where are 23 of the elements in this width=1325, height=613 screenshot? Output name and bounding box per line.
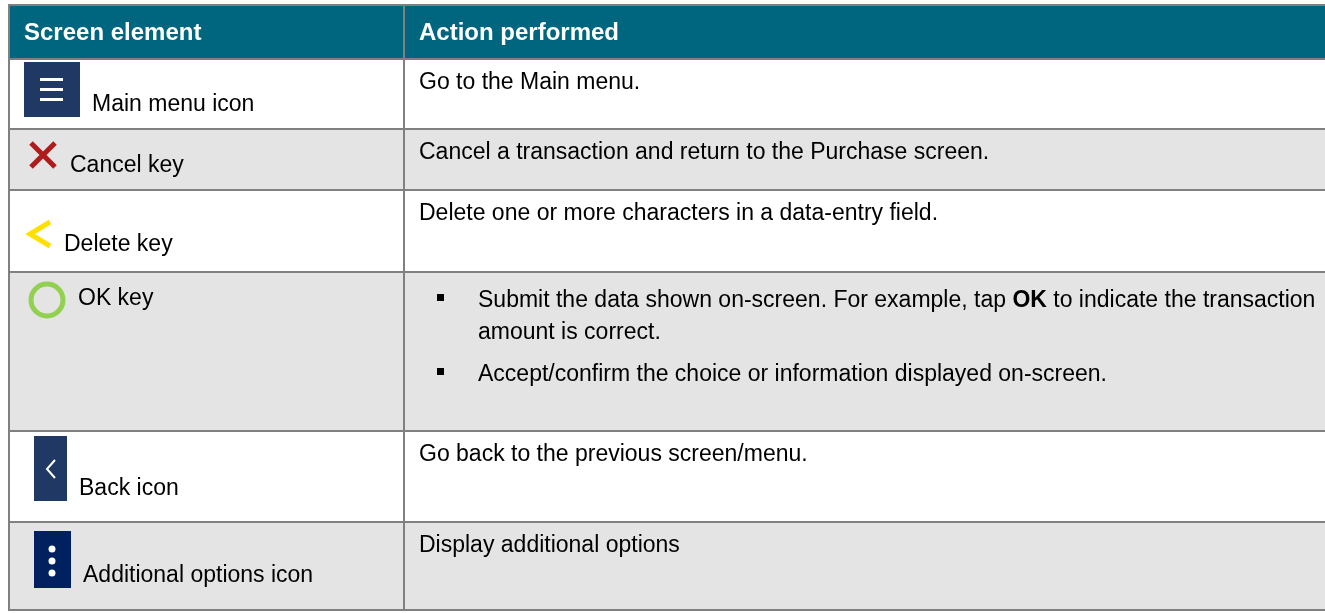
element-label: Cancel key bbox=[70, 151, 184, 178]
back-icon bbox=[34, 436, 67, 501]
bullet-icon bbox=[437, 294, 444, 301]
element-label: Delete key bbox=[64, 230, 173, 257]
element-label: OK key bbox=[78, 283, 154, 311]
action-text: Go back to the previous screen/menu. bbox=[418, 439, 809, 467]
menu-icon bbox=[24, 62, 80, 117]
element-label: Back icon bbox=[79, 474, 179, 501]
more-options-icon bbox=[34, 531, 71, 588]
bullet-icon bbox=[437, 368, 444, 376]
column-header: Action performed bbox=[404, 5, 1325, 59]
element-label: Additional options icon bbox=[83, 561, 314, 588]
element-label: Main menu icon bbox=[92, 90, 255, 117]
action-text: Cancel a transaction and return to the Purchase screen. bbox=[418, 137, 991, 165]
chevron-left-icon bbox=[26, 219, 52, 249]
close-icon bbox=[28, 140, 58, 170]
action-text: Go to the Main menu. bbox=[418, 67, 642, 95]
action-text: Submit the data shown on-screen. For example, tap OK to indicate the transaction amount is correct. bbox=[478, 285, 1317, 347]
action-text: Display additional options bbox=[418, 530, 681, 558]
action-text: Accept/confirm the choice or information displayed on-screen. bbox=[478, 359, 1107, 389]
circle-icon bbox=[28, 281, 66, 319]
action-text: Delete one or more characters in a data-entry field. bbox=[418, 198, 940, 226]
column-header: Screen element bbox=[9, 5, 404, 59]
